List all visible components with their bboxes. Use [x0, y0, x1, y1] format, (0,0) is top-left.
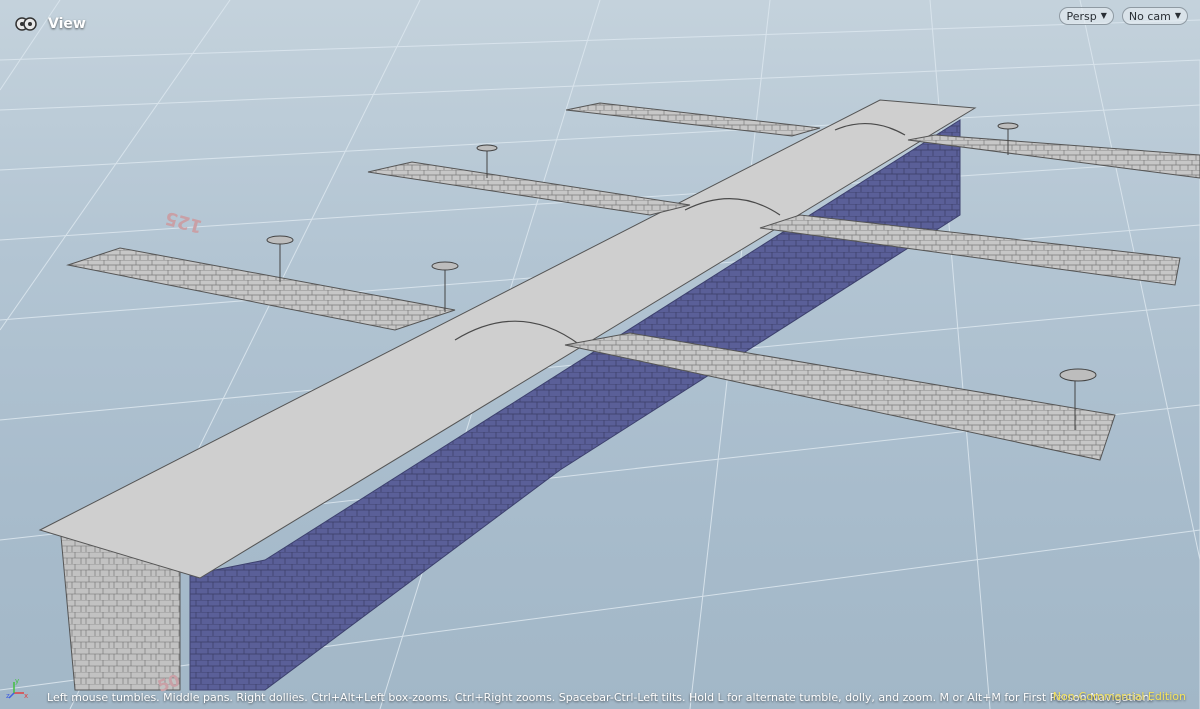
houdini-swirl-icon[interactable]: [14, 14, 38, 34]
scene-canvas[interactable]: 125 50: [0, 0, 1200, 709]
grid-label-125: 125: [163, 207, 205, 237]
platform-left-back: [565, 102, 821, 137]
platform-left-mid: [367, 161, 691, 216]
viewport-3d[interactable]: 125 50 View Persp ▼ No cam ▼ x y z Left …: [0, 0, 1200, 709]
y-axis-label: y: [15, 677, 19, 685]
persp-menu-button[interactable]: Persp ▼: [1059, 7, 1114, 25]
view-header: View: [14, 14, 86, 34]
camera-label: No cam: [1128, 9, 1171, 23]
camera-menu-button[interactable]: No cam ▼: [1121, 7, 1188, 25]
navigation-hint-bar: Left mouse tumbles. Middle pans. Right d…: [0, 685, 1200, 709]
persp-label: Persp: [1066, 9, 1097, 23]
chevron-down-icon: ▼: [1100, 11, 1107, 20]
edition-badge: Non-Commercial Edition: [1052, 690, 1186, 703]
chevron-down-icon: ▼: [1174, 11, 1181, 20]
navigation-hint: Left mouse tumbles. Middle pans. Right d…: [47, 690, 1153, 704]
view-title: View: [48, 16, 86, 32]
camera-controls: Persp ▼ No cam ▼: [1059, 7, 1188, 25]
